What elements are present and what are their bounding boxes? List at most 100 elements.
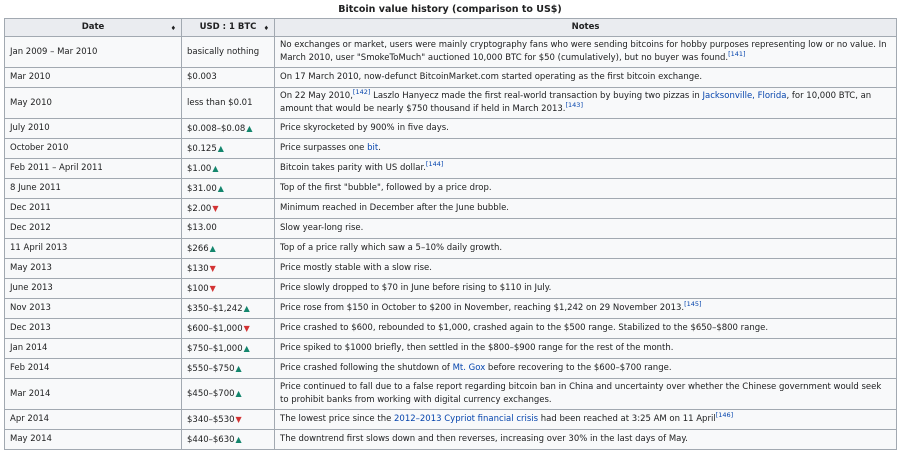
price-value: $750–$1,000 [187, 343, 243, 354]
price-value: $600–$1,000 [187, 323, 243, 334]
note-text: Price skyrocketed by 900% in five days. [280, 123, 449, 133]
notes-cell: Price skyrocketed by 900% in five days. [274, 118, 897, 139]
increase-arrow-icon: ▲ [217, 143, 224, 153]
table-row: May 2014 $440–$630▲ The downtrend first sl… [4, 429, 897, 450]
price-value: $350–$1,242 [187, 303, 243, 314]
column-header-usd[interactable]: USD : 1 BTC ♦ [181, 18, 275, 37]
note-text: Price surpasses one [280, 143, 368, 153]
price-value: $130 [187, 263, 209, 274]
table-row: July 2010 $0.008–$0.08▲ Price skyrocketed … [4, 118, 897, 139]
date-cell: Feb 2014 [4, 358, 182, 379]
price-cell: $1.00▲ [181, 158, 275, 179]
date-cell: Dec 2012 [4, 218, 182, 239]
date-cell: July 2010 [4, 118, 182, 139]
decrease-arrow-icon: ▼ [212, 203, 219, 213]
note-text: Price crashed to $600, rebounded to $1,0… [280, 323, 769, 333]
price-value: $266 [187, 243, 209, 254]
date-cell: May 2013 [4, 258, 182, 279]
column-header-date-label: Date [81, 22, 105, 32]
note-text: No exchanges or market, users were mainl… [280, 40, 887, 63]
date-cell: Nov 2013 [4, 298, 182, 319]
citation-link[interactable]: [146] [716, 411, 733, 419]
note-text: Laszlo Hanyecz made the first real-world… [370, 91, 703, 101]
citation-link[interactable]: [142] [353, 88, 370, 96]
citation-link[interactable]: [144] [426, 160, 443, 168]
column-header-usd-label: USD : 1 BTC [199, 22, 257, 32]
wiki-link[interactable]: Jacksonville, Florida [703, 91, 787, 101]
note-text: before recovering to the $600–$700 range… [485, 363, 672, 373]
wiki-link[interactable]: Mt. Gox [453, 363, 486, 373]
increase-arrow-icon: ▲ [209, 243, 216, 253]
date-cell: Jan 2014 [4, 338, 182, 359]
price-cell: $550–$750▲ [181, 358, 275, 379]
note-text: Price slowly dropped to $70 in June befo… [280, 283, 552, 293]
sort-icon[interactable]: ♦ [171, 22, 176, 35]
price-cell: $340–$530▼ [181, 409, 275, 430]
notes-cell: No exchanges or market, users were mainl… [274, 36, 897, 68]
table-row: Feb 2011 – April 2011 $1.00▲ Bitcoin takes… [4, 158, 897, 179]
price-cell: $350–$1,242▲ [181, 298, 275, 319]
notes-cell: Price spiked to $1000 briefly, then sett… [274, 338, 897, 359]
price-value: $2.00 [187, 203, 212, 214]
price-cell: $450–$700▲ [181, 378, 275, 410]
wiki-link[interactable]: bit [367, 143, 378, 153]
bitcoin-value-table: Date ♦ USD : 1 BTC ♦ Notes Jan 2009 – Ma… [4, 18, 897, 450]
decrease-arrow-icon: ▼ [209, 283, 216, 293]
notes-cell: Price surpasses one bit. [274, 138, 897, 159]
table-row: Mar 2014 $450–$700▲ Price continued to fal… [4, 378, 897, 410]
increase-arrow-icon: ▲ [243, 303, 250, 313]
increase-arrow-icon: ▲ [246, 123, 253, 133]
header-row: Date ♦ USD : 1 BTC ♦ Notes [4, 18, 897, 37]
table-row: Nov 2013 $350–$1,242▲ Price rose from $150… [4, 298, 897, 319]
table-row: Dec 2012 $13.00 Slow year-long rise. [4, 218, 897, 239]
citation-link[interactable]: [141] [728, 50, 745, 58]
date-cell: Jan 2009 – Mar 2010 [4, 36, 182, 68]
note-text: On 22 May 2010, [280, 91, 353, 101]
sort-icon[interactable]: ♦ [264, 22, 269, 35]
note-text: . [378, 143, 381, 153]
increase-arrow-icon: ▲ [235, 389, 242, 398]
date-cell: Dec 2011 [4, 198, 182, 219]
price-value: less than $0.01 [187, 97, 253, 108]
date-cell: Feb 2011 – April 2011 [4, 158, 182, 179]
table-row: Jan 2014 $750–$1,000▲ Price spiked to $100… [4, 338, 897, 359]
table-row: May 2013 $130▼ Price mostly stable with a … [4, 258, 897, 279]
price-cell: $100▼ [181, 278, 275, 299]
notes-cell: Price rose from $150 in October to $200 … [274, 298, 897, 319]
date-cell: Mar 2010 [4, 67, 182, 88]
decrease-arrow-icon: ▼ [243, 323, 250, 333]
citation-link[interactable]: [145] [684, 300, 701, 308]
wiki-link[interactable]: 2012–2013 Cypriot financial crisis [394, 414, 538, 424]
increase-arrow-icon: ▲ [217, 183, 224, 193]
table-row: Feb 2014 $550–$750▲ Price crashed followin… [4, 358, 897, 379]
date-cell: Dec 2013 [4, 318, 182, 339]
price-value: $1.00 [187, 163, 212, 174]
notes-cell: Price slowly dropped to $70 in June befo… [274, 278, 897, 299]
notes-cell: Top of the first "bubble", followed by a… [274, 178, 897, 199]
price-cell: $0.003 [181, 67, 275, 88]
table-row: May 2010 less than $0.01 On 22 May 2010,[1… [4, 87, 897, 119]
citation-link[interactable]: [143] [566, 101, 583, 109]
note-text: Bitcoin takes parity with US dollar. [280, 163, 426, 173]
price-value: $100 [187, 283, 209, 294]
note-text: The lowest price since the [280, 414, 395, 424]
price-value: $0.008–$0.08 [187, 123, 246, 134]
notes-cell: Minimum reached in December after the Ju… [274, 198, 897, 219]
notes-cell: Price crashed to $600, rebounded to $1,0… [274, 318, 897, 339]
note-text: The downtrend first slows down and then … [280, 434, 688, 444]
table-body: Jan 2009 – Mar 2010 basically nothing No e… [4, 36, 897, 450]
price-cell: $750–$1,000▲ [181, 338, 275, 359]
price-value: $0.125 [187, 143, 217, 154]
note-text: Top of the first "bubble", followed by a… [280, 183, 492, 193]
price-cell: $0.125▲ [181, 138, 275, 159]
table-row: 8 June 2011 $31.00▲ Top of the first "bubb… [4, 178, 897, 199]
note-text: Price rose from $150 in October to $200 … [280, 303, 685, 313]
price-cell: $130▼ [181, 258, 275, 279]
notes-cell: On 17 March 2010, now-defunct BitcoinMar… [274, 67, 897, 88]
price-value: $550–$750 [187, 363, 235, 374]
notes-cell: Price continued to fall due to a false r… [274, 378, 897, 410]
date-cell: October 2010 [4, 138, 182, 159]
increase-arrow-icon: ▲ [212, 163, 219, 173]
price-cell: $31.00▲ [181, 178, 275, 199]
column-header-date[interactable]: Date ♦ [4, 18, 182, 37]
